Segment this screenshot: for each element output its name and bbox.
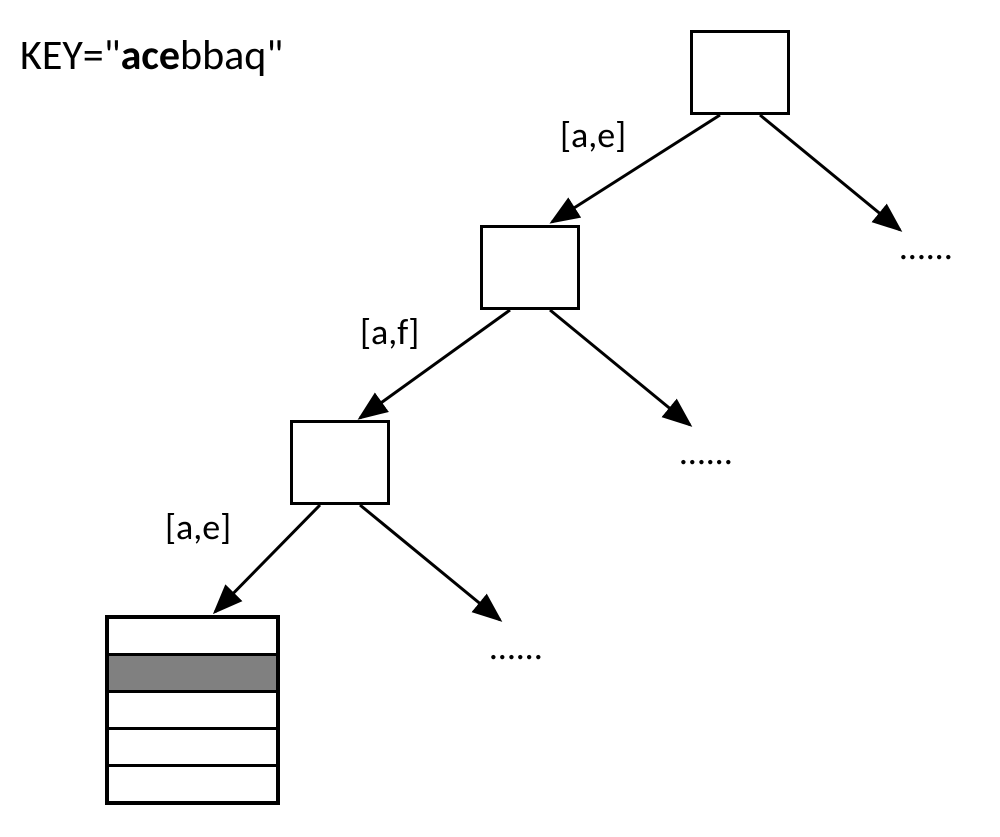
quote-close: " xyxy=(266,30,283,81)
tree-node-root xyxy=(690,30,790,115)
ellipsis: …… xyxy=(680,430,734,474)
key-prefix: KEY= xyxy=(20,30,104,81)
key-label: KEY="acebbaq" xyxy=(20,30,283,81)
tree-node-level1 xyxy=(480,225,580,310)
leaf-row-highlighted xyxy=(109,656,276,693)
tree-leaf-table xyxy=(105,615,280,805)
edge-label-ae-2: [a,e] xyxy=(165,505,231,549)
edge-label-af: [a,f] xyxy=(360,310,419,354)
tree-node-level2 xyxy=(290,420,390,505)
leaf-row xyxy=(109,767,276,801)
ellipsis: …… xyxy=(490,625,544,669)
leaf-row xyxy=(109,730,276,767)
ellipsis: …… xyxy=(900,225,954,269)
key-bold-part: ace xyxy=(121,30,180,81)
key-rest-part: bbaq xyxy=(180,30,266,81)
leaf-row xyxy=(109,693,276,730)
edge-label-ae-1: [a,e] xyxy=(560,113,626,157)
leaf-row xyxy=(109,619,276,656)
quote-open: " xyxy=(104,30,121,81)
